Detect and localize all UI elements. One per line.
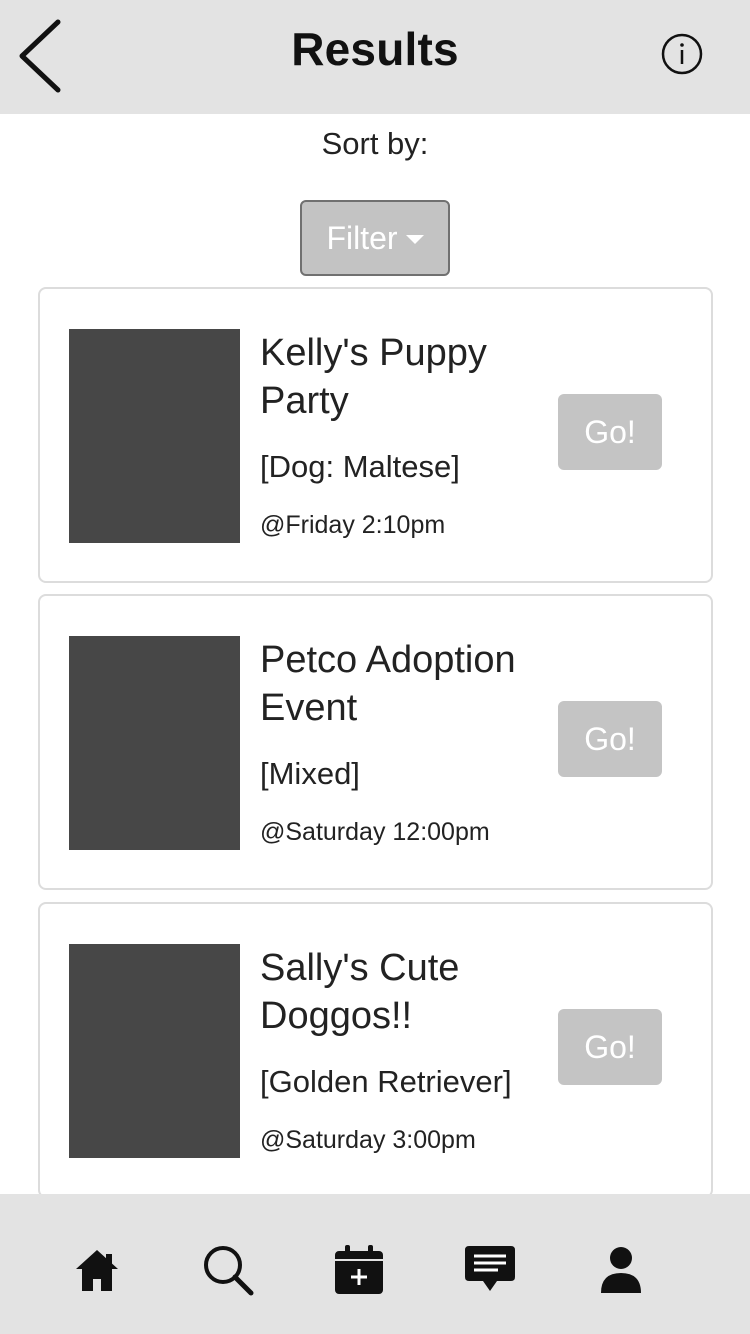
event-breed: [Dog: Maltese] xyxy=(260,449,460,484)
tab-messages[interactable] xyxy=(462,1242,518,1298)
tab-profile[interactable] xyxy=(593,1242,649,1298)
go-button[interactable]: Go! xyxy=(558,1009,662,1085)
tab-search[interactable] xyxy=(200,1242,256,1298)
result-card: Petco Adoption Event [Mixed] @Saturday 1… xyxy=(38,594,713,890)
result-card: Sally's Cute Doggos!! [Golden Retriever]… xyxy=(38,902,713,1198)
event-thumbnail xyxy=(69,329,240,543)
event-title: Sally's Cute Doggos!! xyxy=(260,947,460,1037)
tab-add-event[interactable] xyxy=(331,1242,387,1298)
event-title: Kelly's Puppy Party xyxy=(260,332,487,422)
home-icon xyxy=(76,1250,118,1291)
calendar-add-icon xyxy=(335,1245,383,1294)
bottom-tab-bar xyxy=(0,1194,750,1334)
filter-dropdown-button[interactable]: Filter xyxy=(300,200,450,276)
info-button[interactable] xyxy=(660,32,704,76)
event-time: @Saturday 12:00pm xyxy=(260,818,490,846)
tab-home[interactable] xyxy=(69,1242,125,1298)
event-time: @Friday 2:10pm xyxy=(260,511,446,539)
go-button[interactable]: Go! xyxy=(558,701,662,777)
search-icon xyxy=(204,1246,254,1296)
profile-icon xyxy=(601,1247,641,1293)
sort-label: Sort by: xyxy=(321,126,429,161)
result-card: Kelly's Puppy Party [Dog: Maltese] @Frid… xyxy=(38,287,713,583)
event-breed: [Mixed] xyxy=(260,756,360,791)
event-thumbnail xyxy=(69,636,240,850)
caret-down-icon xyxy=(405,234,424,244)
info-circle-icon xyxy=(661,33,703,75)
filter-label: Filter xyxy=(326,219,398,256)
go-button[interactable]: Go! xyxy=(558,394,662,470)
event-breed: [Golden Retriever] xyxy=(260,1064,512,1099)
event-title: Petco Adoption Event xyxy=(260,639,516,729)
chat-icon xyxy=(465,1246,515,1291)
header-bar: Results xyxy=(0,0,750,114)
event-time: @Saturday 3:00pm xyxy=(260,1126,476,1154)
page-title: Results xyxy=(291,23,459,75)
event-thumbnail xyxy=(69,944,240,1158)
